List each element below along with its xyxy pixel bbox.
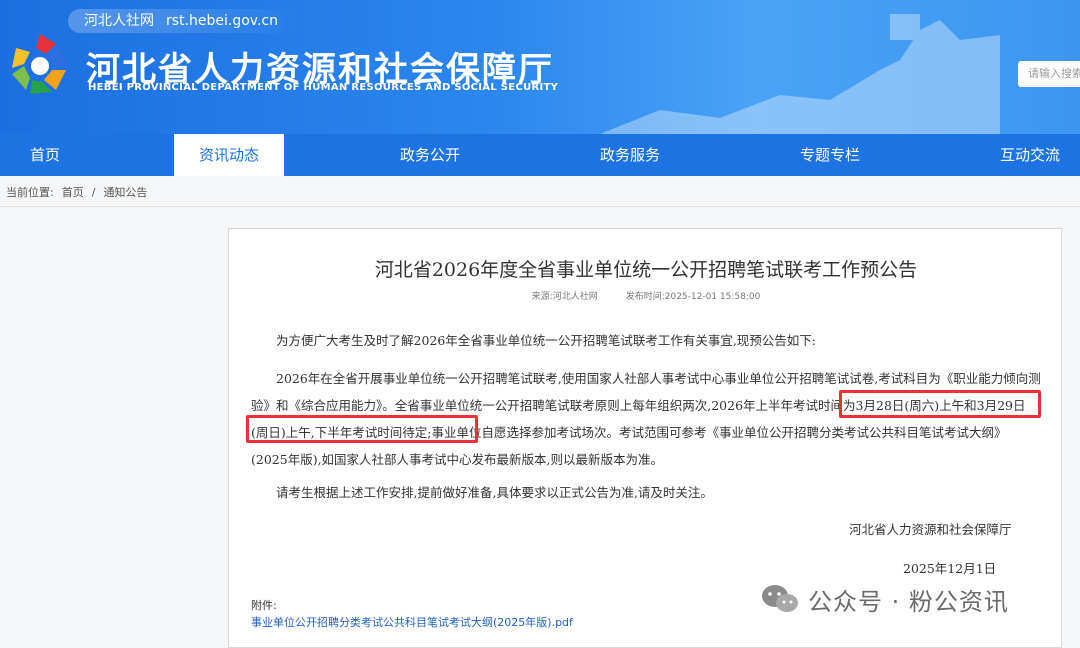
highlight-box-1	[839, 390, 1041, 418]
site-header: 河北人社网 rst.hebei.gov.cn 河北省人力资源和社会保障厅 HEBE…	[0, 0, 1080, 134]
nav-home[interactable]: 首页	[0, 134, 90, 176]
search-input[interactable]: 请输入搜索	[1018, 61, 1080, 87]
nav-gov-services[interactable]: 政务服务	[575, 134, 685, 176]
article-intro: 为方便广大考生及时了解2026年全省事业单位统一公开招聘笔试联考工作有关事宜,现…	[276, 333, 816, 348]
nav-interaction[interactable]: 互动交流	[975, 134, 1080, 176]
highlight-box-2	[246, 415, 478, 443]
article-published: 发布时间:2025-12-01 15:58:00	[625, 292, 761, 302]
great-wall-graphic	[600, 14, 1000, 134]
site-url: rst.hebei.gov.cn	[166, 13, 278, 29]
article-signature: 河北省人力资源和社会保障厅	[849, 522, 1012, 537]
article-notice: 请考生根据上述工作安排,提前做好准备,具体要求以正式公告为准,请及时关注。	[276, 485, 713, 500]
wechat-watermark: 公众号 · 粉公资讯	[760, 582, 1009, 616]
breadcrumb-home[interactable]: 首页	[62, 186, 84, 199]
article-source: 来源:河北人社网	[531, 292, 598, 302]
attachment-label: 附件:	[251, 599, 277, 612]
site-title-en: HEBEI PROVINCIAL DEPARTMENT OF HUMAN RES…	[88, 82, 559, 93]
nav-special-topics[interactable]: 专题专栏	[775, 134, 885, 176]
nav-news[interactable]: 资讯动态	[174, 134, 284, 176]
site-name: 河北人社网	[84, 13, 154, 29]
article-date: 2025年12月1日	[903, 561, 997, 576]
hrss-logo-icon[interactable]	[6, 30, 74, 98]
attachment-link[interactable]: 事业单位公开招聘分类考试公共科目笔试考试大纲(2025年版).pdf	[251, 614, 573, 630]
wechat-icon	[762, 585, 798, 612]
article-title: 河北省2026年度全省事业单位统一公开招聘笔试联考工作预公告	[374, 259, 918, 281]
nav-gov-affairs[interactable]: 政务公开	[375, 134, 485, 176]
site-tag: 河北人社网 rst.hebei.gov.cn	[68, 9, 302, 33]
main-nav: 首页 资讯动态 政务公开 政务服务 专题专栏 互动交流	[0, 134, 1080, 176]
breadcrumb-current[interactable]: 通知公告	[103, 186, 147, 199]
breadcrumb-separator: /	[91, 186, 96, 199]
breadcrumb: 当前位置: 首页 / 通知公告	[6, 184, 155, 200]
breadcrumb-label: 当前位置:	[6, 186, 54, 199]
watermark-text: 公众号 · 粉公资讯	[808, 587, 1009, 616]
article-meta: 来源:河北人社网 发布时间:2025-12-01 15:58:00	[229, 289, 1063, 302]
divider	[0, 206, 1080, 207]
